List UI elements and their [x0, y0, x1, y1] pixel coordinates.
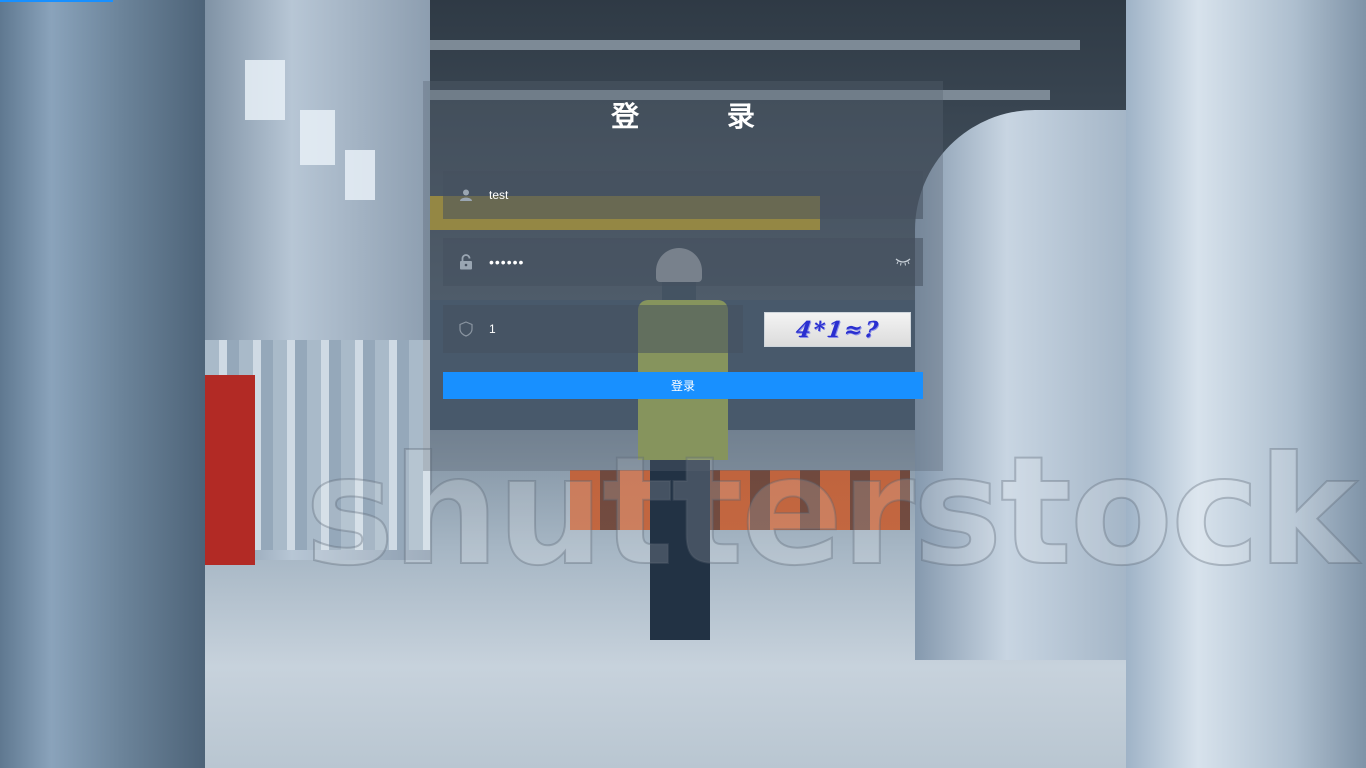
login-button[interactable]: 登录	[443, 372, 923, 399]
captcha-value[interactable]: 1	[489, 322, 743, 336]
username-field[interactable]: test	[443, 171, 923, 219]
username-value[interactable]: test	[489, 188, 923, 202]
loading-progress-bar	[0, 0, 113, 2]
password-value[interactable]: ••••••	[489, 254, 883, 270]
captcha-image-text: 4*1≈?	[793, 316, 882, 343]
user-icon	[443, 188, 489, 202]
captcha-image[interactable]: 4*1≈?	[764, 312, 911, 347]
factory-window	[345, 150, 375, 200]
lock-icon	[443, 254, 489, 270]
password-field[interactable]: ••••••	[443, 238, 923, 286]
login-title: 登 录	[611, 101, 795, 132]
red-machine	[200, 375, 255, 565]
captcha-field[interactable]: 1	[443, 305, 743, 353]
eye-closed-icon[interactable]	[883, 257, 923, 267]
shield-icon	[443, 321, 489, 337]
